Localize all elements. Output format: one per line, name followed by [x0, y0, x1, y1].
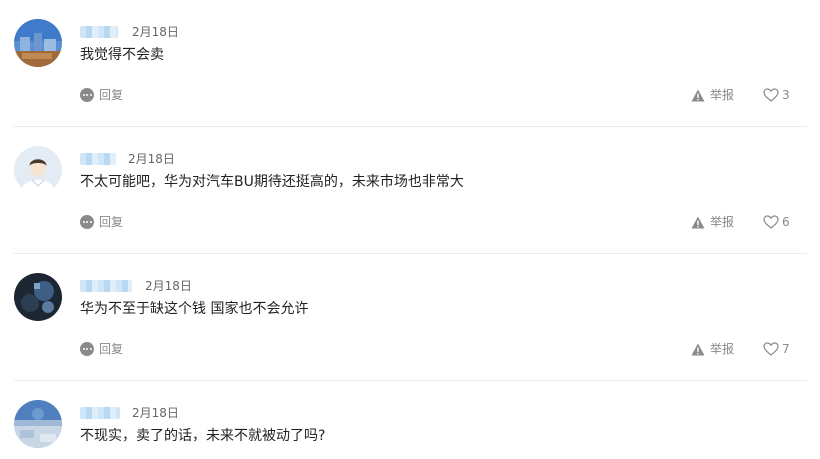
avatar[interactable] — [14, 19, 62, 67]
username[interactable] — [80, 26, 118, 38]
report-button[interactable]: 举报 — [691, 340, 734, 358]
divider — [14, 380, 807, 381]
like-count: 7 — [782, 342, 790, 356]
reply-label: 回复 — [99, 342, 124, 356]
username[interactable] — [80, 153, 116, 165]
like-count: 6 — [782, 215, 790, 229]
comment-text: 不太可能吧，华为对汽车BU期待还挺高的，未来市场也非常大 — [80, 174, 464, 190]
reply-label: 回复 — [99, 215, 124, 229]
username[interactable] — [80, 407, 120, 419]
avatar[interactable] — [14, 146, 62, 194]
heart-outline-icon — [763, 342, 779, 356]
avatar-image — [14, 19, 62, 67]
avatar-image — [14, 400, 62, 448]
like-button[interactable]: 3 — [763, 86, 790, 104]
avatar-image — [14, 146, 62, 194]
comment-date: 2月18日 — [145, 279, 192, 293]
reply-button[interactable]: 回复 — [80, 213, 123, 231]
warning-triangle-icon — [691, 343, 705, 355]
warning-triangle-icon — [691, 216, 705, 228]
reply-label: 回复 — [99, 88, 124, 102]
warning-triangle-icon — [691, 89, 705, 101]
like-button[interactable]: 7 — [763, 340, 790, 358]
comment-bubble-icon — [80, 215, 94, 229]
username[interactable] — [80, 280, 132, 292]
heart-outline-icon — [763, 88, 779, 102]
divider — [14, 126, 807, 127]
comment-date: 2月18日 — [132, 25, 179, 39]
divider — [14, 253, 807, 254]
report-button[interactable]: 举报 — [691, 86, 734, 104]
comment-bubble-icon — [80, 88, 94, 102]
like-count: 3 — [782, 88, 790, 102]
comment-text: 华为不至于缺这个钱 国家也不会允许 — [80, 301, 309, 317]
report-label: 举报 — [710, 342, 735, 356]
report-button[interactable]: 举报 — [691, 213, 734, 231]
comment-date: 2月18日 — [132, 406, 179, 420]
report-label: 举报 — [710, 88, 735, 102]
comment-text: 不现实，卖了的话，未来不就被动了吗? — [80, 428, 326, 444]
comment-bubble-icon — [80, 342, 94, 356]
avatar-image — [14, 273, 62, 321]
comment-text: 我觉得不会卖 — [80, 47, 164, 63]
heart-outline-icon — [763, 215, 779, 229]
report-label: 举报 — [710, 215, 735, 229]
reply-button[interactable]: 回复 — [80, 340, 123, 358]
comment-date: 2月18日 — [128, 152, 175, 166]
avatar[interactable] — [14, 400, 62, 448]
like-button[interactable]: 6 — [763, 213, 790, 231]
reply-button[interactable]: 回复 — [80, 86, 123, 104]
avatar[interactable] — [14, 273, 62, 321]
